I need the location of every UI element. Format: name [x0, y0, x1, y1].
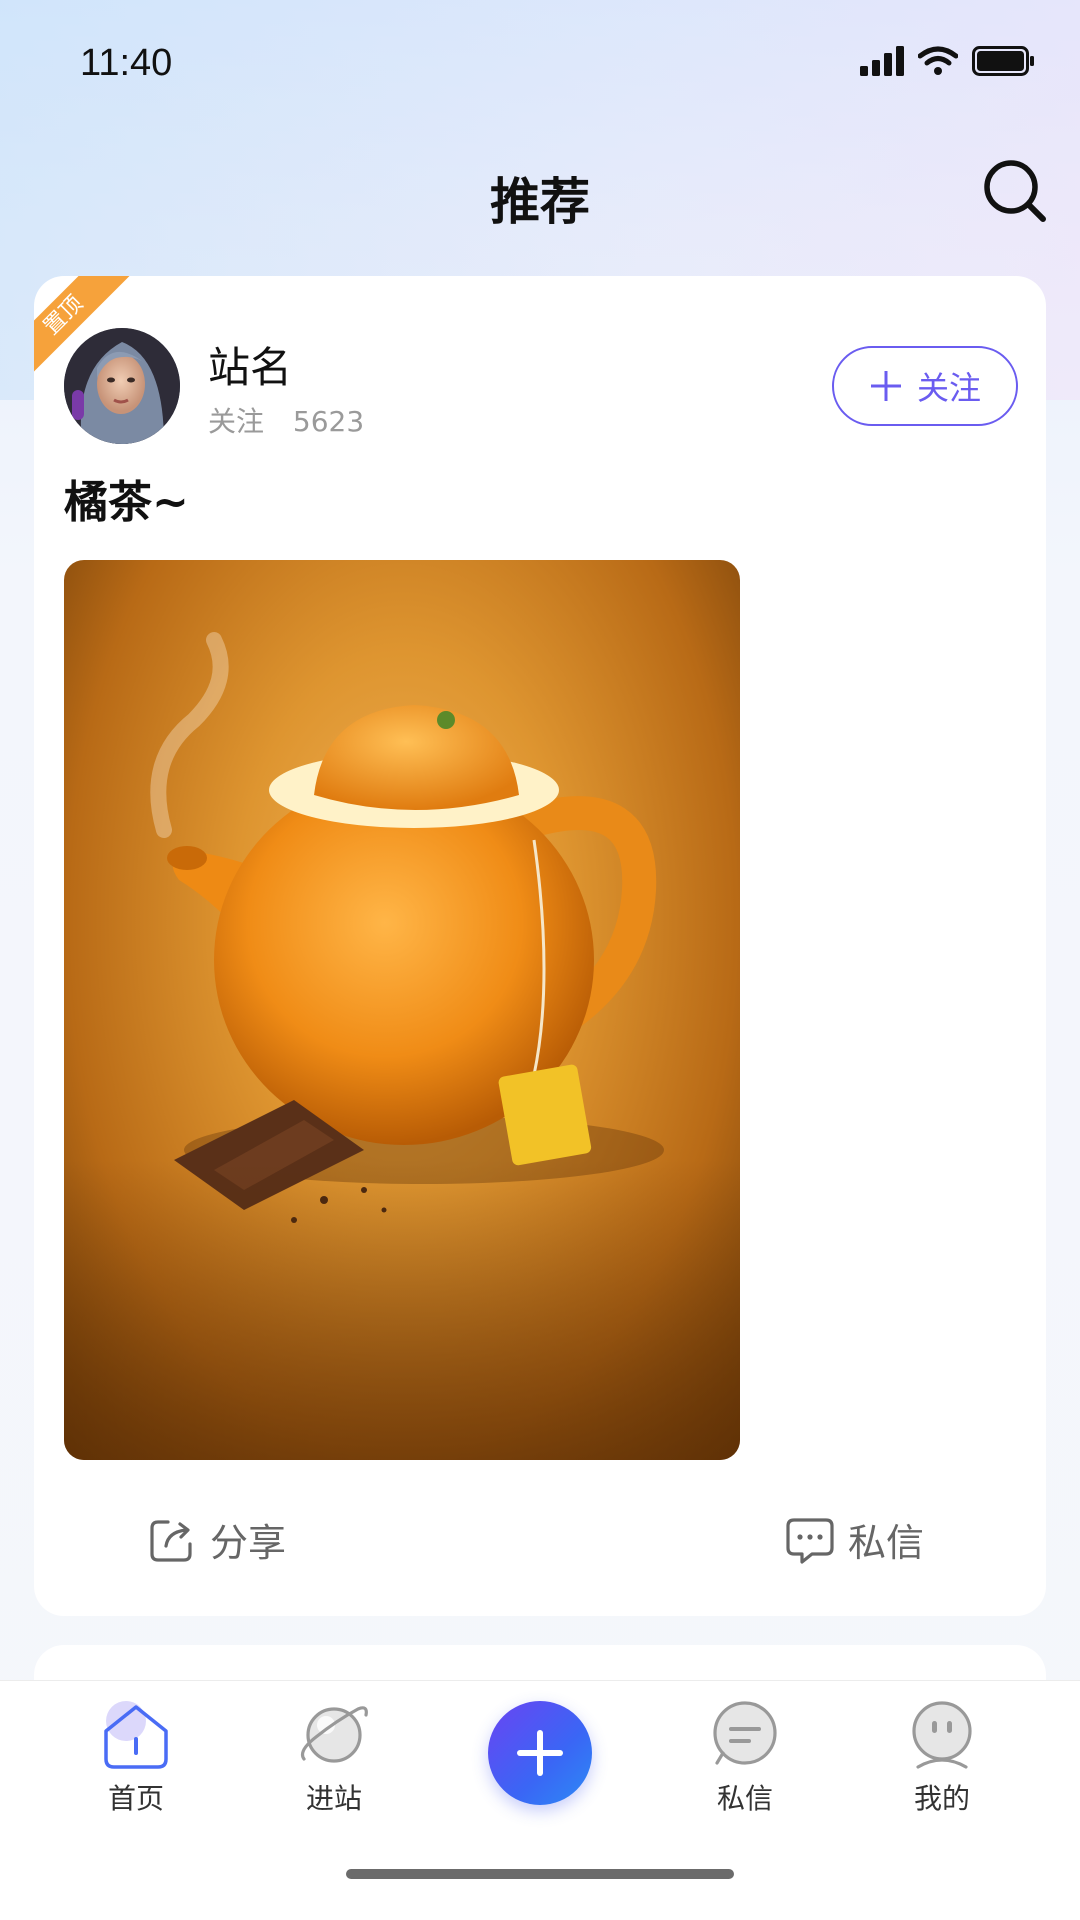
- user-face-icon: [912, 1701, 972, 1769]
- post-image[interactable]: [64, 560, 740, 1460]
- planet-icon: [300, 1706, 368, 1763]
- plus-icon: [517, 1730, 563, 1776]
- search-icon: [984, 160, 1046, 222]
- post-card[interactable]: 置顶 站名 关注 5623 关注 橘茶~ 分享 私信: [34, 276, 1046, 1616]
- tab-me[interactable]: 我的: [882, 1697, 1002, 1817]
- share-button[interactable]: 分享: [148, 1512, 286, 1567]
- tab-messages-label: 私信: [716, 1782, 773, 1815]
- add-post-button[interactable]: [488, 1701, 592, 1805]
- follow-button[interactable]: 关注: [832, 346, 1018, 426]
- search-button[interactable]: [980, 156, 1050, 226]
- wifi-icon: [918, 46, 958, 75]
- post-actions: 分享 私信: [34, 1498, 1046, 1588]
- home-icon: [104, 1701, 168, 1769]
- tab-home[interactable]: 首页: [76, 1697, 196, 1817]
- share-label: 分享: [210, 1521, 287, 1565]
- chat-bubble-icon: [786, 1517, 834, 1564]
- tab-bar: 首页 进站 私信 我的: [0, 1680, 1080, 1920]
- tab-home-label: 首页: [107, 1782, 164, 1815]
- status-icons: [860, 46, 1036, 76]
- page-title: 推荐: [490, 173, 590, 231]
- header: 推荐: [0, 140, 1080, 240]
- signal-icon: [860, 46, 904, 76]
- battery-icon: [972, 46, 1034, 76]
- post-title: 橘茶~: [64, 477, 189, 528]
- plus-icon: [870, 371, 901, 401]
- avatar-portrait: [64, 328, 180, 444]
- follow-count: 5623: [292, 405, 365, 438]
- tab-station-label: 进站: [305, 1782, 362, 1815]
- tab-me-label: 我的: [913, 1782, 970, 1815]
- status-bar: 11:40: [0, 0, 1080, 130]
- follow-stats: 关注 5623: [208, 400, 384, 440]
- share-icon: [150, 1519, 192, 1562]
- status-time: 11:40: [80, 42, 173, 84]
- tab-messages[interactable]: 私信: [685, 1697, 805, 1817]
- home-indicator: [346, 1869, 734, 1879]
- tab-station[interactable]: 进站: [274, 1697, 394, 1817]
- message-button[interactable]: 私信: [786, 1512, 924, 1567]
- orange-teapot-image: [64, 632, 740, 1460]
- site-name[interactable]: 站名: [208, 334, 292, 395]
- message-icon: [713, 1701, 777, 1765]
- follow-button-label: 关注: [916, 369, 981, 407]
- avatar[interactable]: [64, 328, 180, 444]
- follow-label: 关注: [208, 405, 265, 438]
- message-label: 私信: [848, 1521, 925, 1565]
